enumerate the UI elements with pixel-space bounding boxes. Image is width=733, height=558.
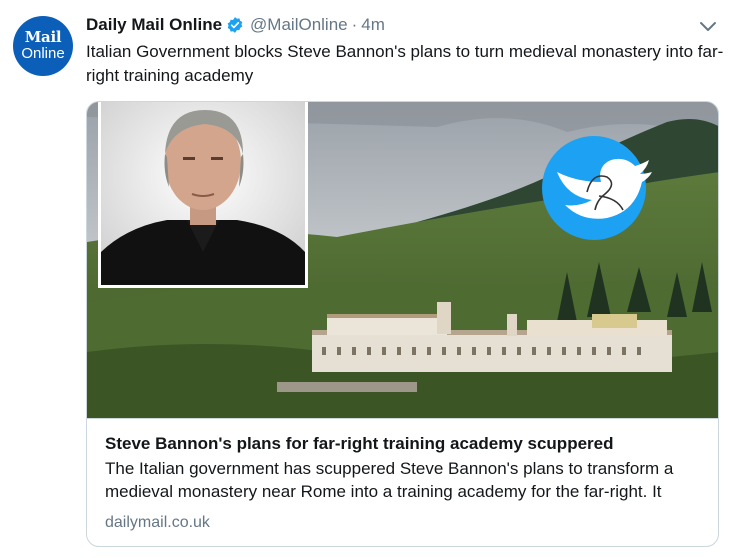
tweet-header: Daily Mail Online @MailOnline · 4m (86, 12, 385, 38)
card-domain[interactable]: dailymail.co.uk (105, 512, 702, 534)
chevron-down-icon[interactable] (699, 20, 717, 34)
display-name[interactable]: Daily Mail Online (86, 15, 222, 35)
avatar-line2: Online (21, 45, 65, 62)
card-body[interactable]: Steve Bannon's plans for far-right train… (87, 418, 718, 546)
avatar[interactable]: Mail Online (13, 16, 73, 76)
link-card[interactable]: Steve Bannon's plans for far-right train… (86, 101, 719, 547)
separator-dot: · (351, 15, 358, 34)
timestamp[interactable]: 4m (361, 15, 385, 35)
verified-icon (227, 17, 243, 33)
card-title[interactable]: Steve Bannon's plans for far-right train… (105, 432, 702, 455)
handle[interactable]: @MailOnline (250, 15, 348, 35)
card-description: The Italian government has scuppered Ste… (105, 459, 674, 501)
avatar-line1: Mail (24, 28, 62, 46)
tweet-text: Italian Government blocks Steve Bannon's… (86, 42, 724, 85)
tweet[interactable]: Mail Online Daily Mail Online @MailOnlin… (0, 0, 733, 558)
card-image[interactable] (87, 102, 719, 418)
